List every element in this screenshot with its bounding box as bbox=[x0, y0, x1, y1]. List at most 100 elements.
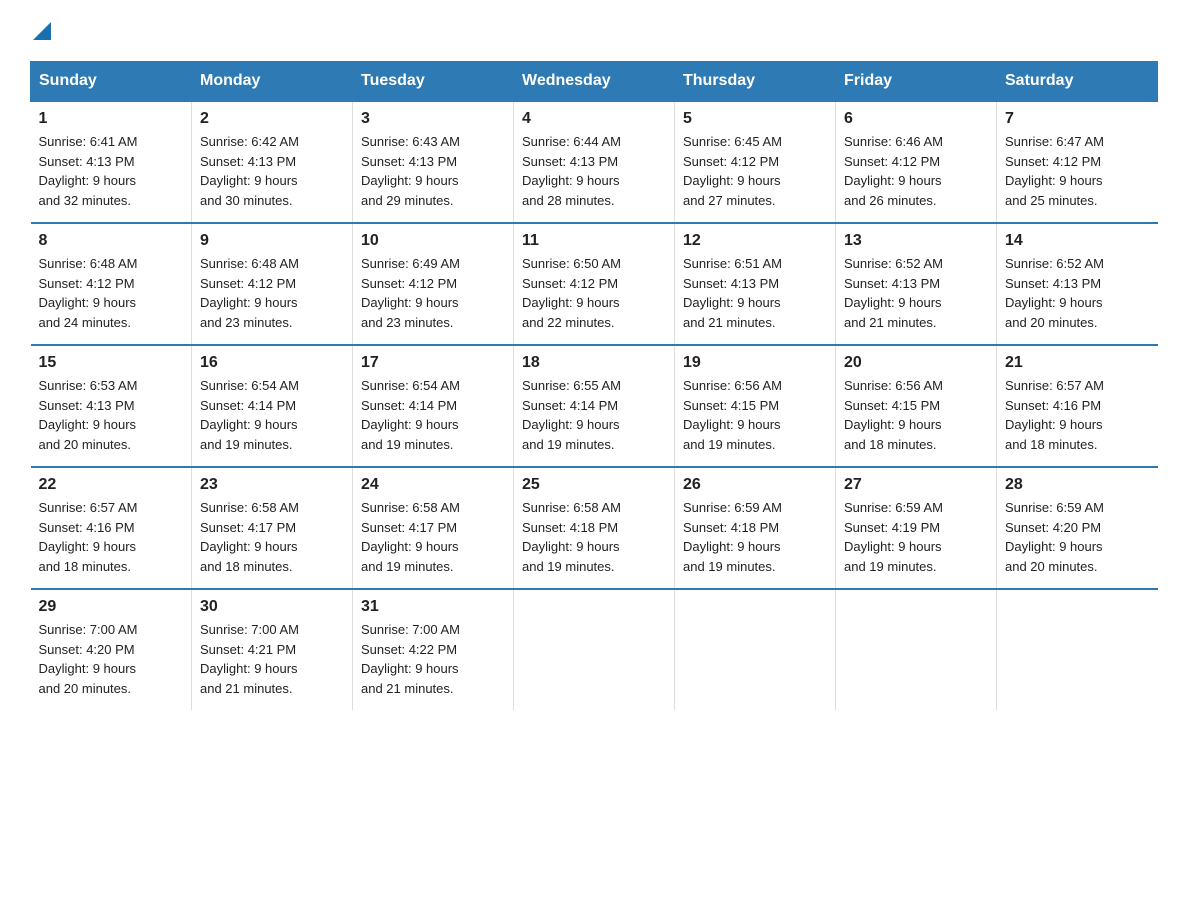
day-info: Sunrise: 7:00 AM Sunset: 4:21 PM Dayligh… bbox=[200, 620, 344, 698]
day-info: Sunrise: 6:58 AM Sunset: 4:17 PM Dayligh… bbox=[361, 498, 505, 576]
weekday-header-thursday: Thursday bbox=[675, 62, 836, 102]
calendar-day-cell bbox=[675, 589, 836, 710]
day-number: 2 bbox=[200, 110, 344, 128]
day-number: 18 bbox=[522, 354, 666, 372]
day-number: 4 bbox=[522, 110, 666, 128]
calendar-day-cell: 12 Sunrise: 6:51 AM Sunset: 4:13 PM Dayl… bbox=[675, 223, 836, 345]
day-number: 21 bbox=[1005, 354, 1150, 372]
calendar-day-cell: 19 Sunrise: 6:56 AM Sunset: 4:15 PM Dayl… bbox=[675, 345, 836, 467]
day-info: Sunrise: 6:49 AM Sunset: 4:12 PM Dayligh… bbox=[361, 254, 505, 332]
day-info: Sunrise: 6:58 AM Sunset: 4:18 PM Dayligh… bbox=[522, 498, 666, 576]
day-number: 24 bbox=[361, 476, 505, 494]
calendar-day-cell: 24 Sunrise: 6:58 AM Sunset: 4:17 PM Dayl… bbox=[353, 467, 514, 589]
calendar-day-cell: 29 Sunrise: 7:00 AM Sunset: 4:20 PM Dayl… bbox=[31, 589, 192, 710]
weekday-header-saturday: Saturday bbox=[997, 62, 1158, 102]
day-number: 13 bbox=[844, 232, 988, 250]
day-number: 1 bbox=[39, 110, 184, 128]
day-info: Sunrise: 6:53 AM Sunset: 4:13 PM Dayligh… bbox=[39, 376, 184, 454]
weekday-header-wednesday: Wednesday bbox=[514, 62, 675, 102]
day-number: 17 bbox=[361, 354, 505, 372]
calendar-day-cell: 15 Sunrise: 6:53 AM Sunset: 4:13 PM Dayl… bbox=[31, 345, 192, 467]
weekday-header-tuesday: Tuesday bbox=[353, 62, 514, 102]
calendar-day-cell: 22 Sunrise: 6:57 AM Sunset: 4:16 PM Dayl… bbox=[31, 467, 192, 589]
day-number: 11 bbox=[522, 232, 666, 250]
calendar-day-cell: 30 Sunrise: 7:00 AM Sunset: 4:21 PM Dayl… bbox=[192, 589, 353, 710]
day-info: Sunrise: 6:48 AM Sunset: 4:12 PM Dayligh… bbox=[39, 254, 184, 332]
day-info: Sunrise: 6:52 AM Sunset: 4:13 PM Dayligh… bbox=[844, 254, 988, 332]
calendar-week-row: 15 Sunrise: 6:53 AM Sunset: 4:13 PM Dayl… bbox=[31, 345, 1158, 467]
calendar-day-cell bbox=[514, 589, 675, 710]
day-number: 12 bbox=[683, 232, 827, 250]
day-number: 30 bbox=[200, 598, 344, 616]
day-number: 29 bbox=[39, 598, 184, 616]
day-info: Sunrise: 6:57 AM Sunset: 4:16 PM Dayligh… bbox=[1005, 376, 1150, 454]
day-number: 16 bbox=[200, 354, 344, 372]
day-number: 5 bbox=[683, 110, 827, 128]
day-info: Sunrise: 6:56 AM Sunset: 4:15 PM Dayligh… bbox=[683, 376, 827, 454]
day-number: 22 bbox=[39, 476, 184, 494]
calendar-day-cell: 9 Sunrise: 6:48 AM Sunset: 4:12 PM Dayli… bbox=[192, 223, 353, 345]
weekday-header-row: SundayMondayTuesdayWednesdayThursdayFrid… bbox=[31, 62, 1158, 102]
day-info: Sunrise: 6:58 AM Sunset: 4:17 PM Dayligh… bbox=[200, 498, 344, 576]
day-number: 25 bbox=[522, 476, 666, 494]
calendar-day-cell: 13 Sunrise: 6:52 AM Sunset: 4:13 PM Dayl… bbox=[836, 223, 997, 345]
day-info: Sunrise: 7:00 AM Sunset: 4:20 PM Dayligh… bbox=[39, 620, 184, 698]
calendar-day-cell: 20 Sunrise: 6:56 AM Sunset: 4:15 PM Dayl… bbox=[836, 345, 997, 467]
calendar-day-cell: 28 Sunrise: 6:59 AM Sunset: 4:20 PM Dayl… bbox=[997, 467, 1158, 589]
day-info: Sunrise: 6:47 AM Sunset: 4:12 PM Dayligh… bbox=[1005, 132, 1150, 210]
weekday-header-monday: Monday bbox=[192, 62, 353, 102]
day-number: 10 bbox=[361, 232, 505, 250]
day-info: Sunrise: 6:43 AM Sunset: 4:13 PM Dayligh… bbox=[361, 132, 505, 210]
day-number: 9 bbox=[200, 232, 344, 250]
calendar-day-cell: 1 Sunrise: 6:41 AM Sunset: 4:13 PM Dayli… bbox=[31, 101, 192, 223]
day-number: 26 bbox=[683, 476, 827, 494]
calendar-day-cell: 23 Sunrise: 6:58 AM Sunset: 4:17 PM Dayl… bbox=[192, 467, 353, 589]
calendar-day-cell: 3 Sunrise: 6:43 AM Sunset: 4:13 PM Dayli… bbox=[353, 101, 514, 223]
calendar-day-cell: 25 Sunrise: 6:58 AM Sunset: 4:18 PM Dayl… bbox=[514, 467, 675, 589]
calendar-day-cell: 11 Sunrise: 6:50 AM Sunset: 4:12 PM Dayl… bbox=[514, 223, 675, 345]
calendar-day-cell: 16 Sunrise: 6:54 AM Sunset: 4:14 PM Dayl… bbox=[192, 345, 353, 467]
weekday-header-friday: Friday bbox=[836, 62, 997, 102]
day-number: 31 bbox=[361, 598, 505, 616]
day-info: Sunrise: 6:54 AM Sunset: 4:14 PM Dayligh… bbox=[200, 376, 344, 454]
day-info: Sunrise: 6:55 AM Sunset: 4:14 PM Dayligh… bbox=[522, 376, 666, 454]
calendar-day-cell bbox=[997, 589, 1158, 710]
day-info: Sunrise: 6:42 AM Sunset: 4:13 PM Dayligh… bbox=[200, 132, 344, 210]
day-info: Sunrise: 6:52 AM Sunset: 4:13 PM Dayligh… bbox=[1005, 254, 1150, 332]
day-number: 7 bbox=[1005, 110, 1150, 128]
day-number: 8 bbox=[39, 232, 184, 250]
calendar-day-cell: 7 Sunrise: 6:47 AM Sunset: 4:12 PM Dayli… bbox=[997, 101, 1158, 223]
day-number: 19 bbox=[683, 354, 827, 372]
day-number: 6 bbox=[844, 110, 988, 128]
calendar-day-cell: 8 Sunrise: 6:48 AM Sunset: 4:12 PM Dayli… bbox=[31, 223, 192, 345]
day-info: Sunrise: 6:56 AM Sunset: 4:15 PM Dayligh… bbox=[844, 376, 988, 454]
logo bbox=[30, 20, 51, 41]
calendar-day-cell: 6 Sunrise: 6:46 AM Sunset: 4:12 PM Dayli… bbox=[836, 101, 997, 223]
day-info: Sunrise: 6:41 AM Sunset: 4:13 PM Dayligh… bbox=[39, 132, 184, 210]
day-number: 27 bbox=[844, 476, 988, 494]
calendar-day-cell: 14 Sunrise: 6:52 AM Sunset: 4:13 PM Dayl… bbox=[997, 223, 1158, 345]
calendar-week-row: 1 Sunrise: 6:41 AM Sunset: 4:13 PM Dayli… bbox=[31, 101, 1158, 223]
calendar-week-row: 22 Sunrise: 6:57 AM Sunset: 4:16 PM Dayl… bbox=[31, 467, 1158, 589]
calendar-day-cell: 27 Sunrise: 6:59 AM Sunset: 4:19 PM Dayl… bbox=[836, 467, 997, 589]
day-info: Sunrise: 6:51 AM Sunset: 4:13 PM Dayligh… bbox=[683, 254, 827, 332]
calendar-day-cell: 4 Sunrise: 6:44 AM Sunset: 4:13 PM Dayli… bbox=[514, 101, 675, 223]
logo-triangle-icon bbox=[33, 22, 51, 40]
weekday-header-sunday: Sunday bbox=[31, 62, 192, 102]
day-number: 15 bbox=[39, 354, 184, 372]
day-info: Sunrise: 6:48 AM Sunset: 4:12 PM Dayligh… bbox=[200, 254, 344, 332]
day-info: Sunrise: 6:46 AM Sunset: 4:12 PM Dayligh… bbox=[844, 132, 988, 210]
calendar-day-cell: 10 Sunrise: 6:49 AM Sunset: 4:12 PM Dayl… bbox=[353, 223, 514, 345]
calendar-day-cell: 21 Sunrise: 6:57 AM Sunset: 4:16 PM Dayl… bbox=[997, 345, 1158, 467]
day-number: 3 bbox=[361, 110, 505, 128]
calendar-table: SundayMondayTuesdayWednesdayThursdayFrid… bbox=[30, 61, 1158, 710]
day-info: Sunrise: 6:59 AM Sunset: 4:19 PM Dayligh… bbox=[844, 498, 988, 576]
calendar-day-cell: 26 Sunrise: 6:59 AM Sunset: 4:18 PM Dayl… bbox=[675, 467, 836, 589]
calendar-day-cell: 31 Sunrise: 7:00 AM Sunset: 4:22 PM Dayl… bbox=[353, 589, 514, 710]
day-number: 14 bbox=[1005, 232, 1150, 250]
calendar-week-row: 8 Sunrise: 6:48 AM Sunset: 4:12 PM Dayli… bbox=[31, 223, 1158, 345]
day-number: 23 bbox=[200, 476, 344, 494]
calendar-day-cell: 5 Sunrise: 6:45 AM Sunset: 4:12 PM Dayli… bbox=[675, 101, 836, 223]
calendar-day-cell: 18 Sunrise: 6:55 AM Sunset: 4:14 PM Dayl… bbox=[514, 345, 675, 467]
day-info: Sunrise: 6:45 AM Sunset: 4:12 PM Dayligh… bbox=[683, 132, 827, 210]
